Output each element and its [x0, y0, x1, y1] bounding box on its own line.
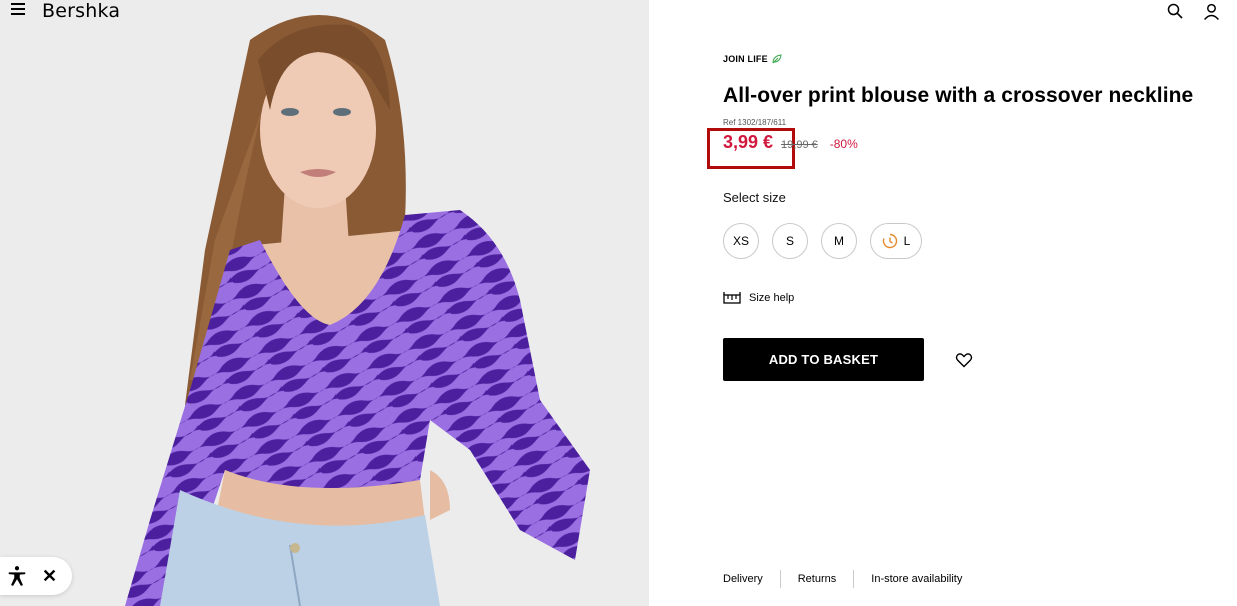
- leaf-icon: [772, 54, 782, 64]
- product-photo: [0, 0, 649, 606]
- instore-availability-link[interactable]: In-store availability: [871, 573, 962, 585]
- search-icon[interactable]: [1166, 2, 1184, 20]
- product-title: All-over print blouse with a crossover n…: [723, 84, 1194, 107]
- select-size-label: Select size: [723, 190, 786, 205]
- size-option-l[interactable]: L: [870, 223, 922, 259]
- add-to-basket-button[interactable]: ADD TO BASKET: [723, 338, 924, 381]
- user-icon[interactable]: [1202, 2, 1220, 20]
- divider: [779, 570, 781, 588]
- size-option-m[interactable]: M: [821, 223, 857, 259]
- clock-icon: [882, 233, 897, 249]
- brand-logo[interactable]: Bershka: [42, 0, 120, 22]
- size-option-l-label: L: [903, 234, 911, 248]
- header-actions: [1166, 2, 1220, 20]
- join-life-badge: JOIN LIFE: [723, 54, 782, 64]
- original-price: 19,99 €: [781, 139, 818, 151]
- product-image-area: Bershka ✕: [0, 0, 649, 606]
- accessibility-widget: ✕: [0, 557, 72, 595]
- close-icon[interactable]: ✕: [42, 567, 57, 585]
- size-option-s[interactable]: S: [772, 223, 808, 259]
- current-price: 3,99 €: [723, 132, 774, 152]
- info-links: Delivery Returns In-store availability: [723, 570, 962, 588]
- accessibility-icon[interactable]: [4, 563, 30, 589]
- size-help-label: Size help: [749, 292, 795, 304]
- size-option-xs[interactable]: XS: [723, 223, 759, 259]
- product-reference: Ref 1302/187/611: [723, 118, 787, 127]
- price-row: 3,99 € 19,99 € -80%: [723, 132, 858, 153]
- divider: [853, 570, 855, 588]
- ruler-icon: [723, 292, 741, 304]
- returns-link[interactable]: Returns: [798, 573, 837, 585]
- size-help-link[interactable]: Size help: [723, 292, 794, 304]
- product-page: Bershka ✕ JOIN LIFE All-over print blous…: [0, 0, 1237, 606]
- discount-badge: -80%: [829, 137, 858, 151]
- delivery-link[interactable]: Delivery: [723, 573, 763, 585]
- size-selector: XS S M L: [723, 223, 922, 259]
- menu-icon[interactable]: [11, 3, 27, 17]
- heart-icon[interactable]: [955, 351, 973, 369]
- join-life-label: JOIN LIFE: [723, 54, 768, 64]
